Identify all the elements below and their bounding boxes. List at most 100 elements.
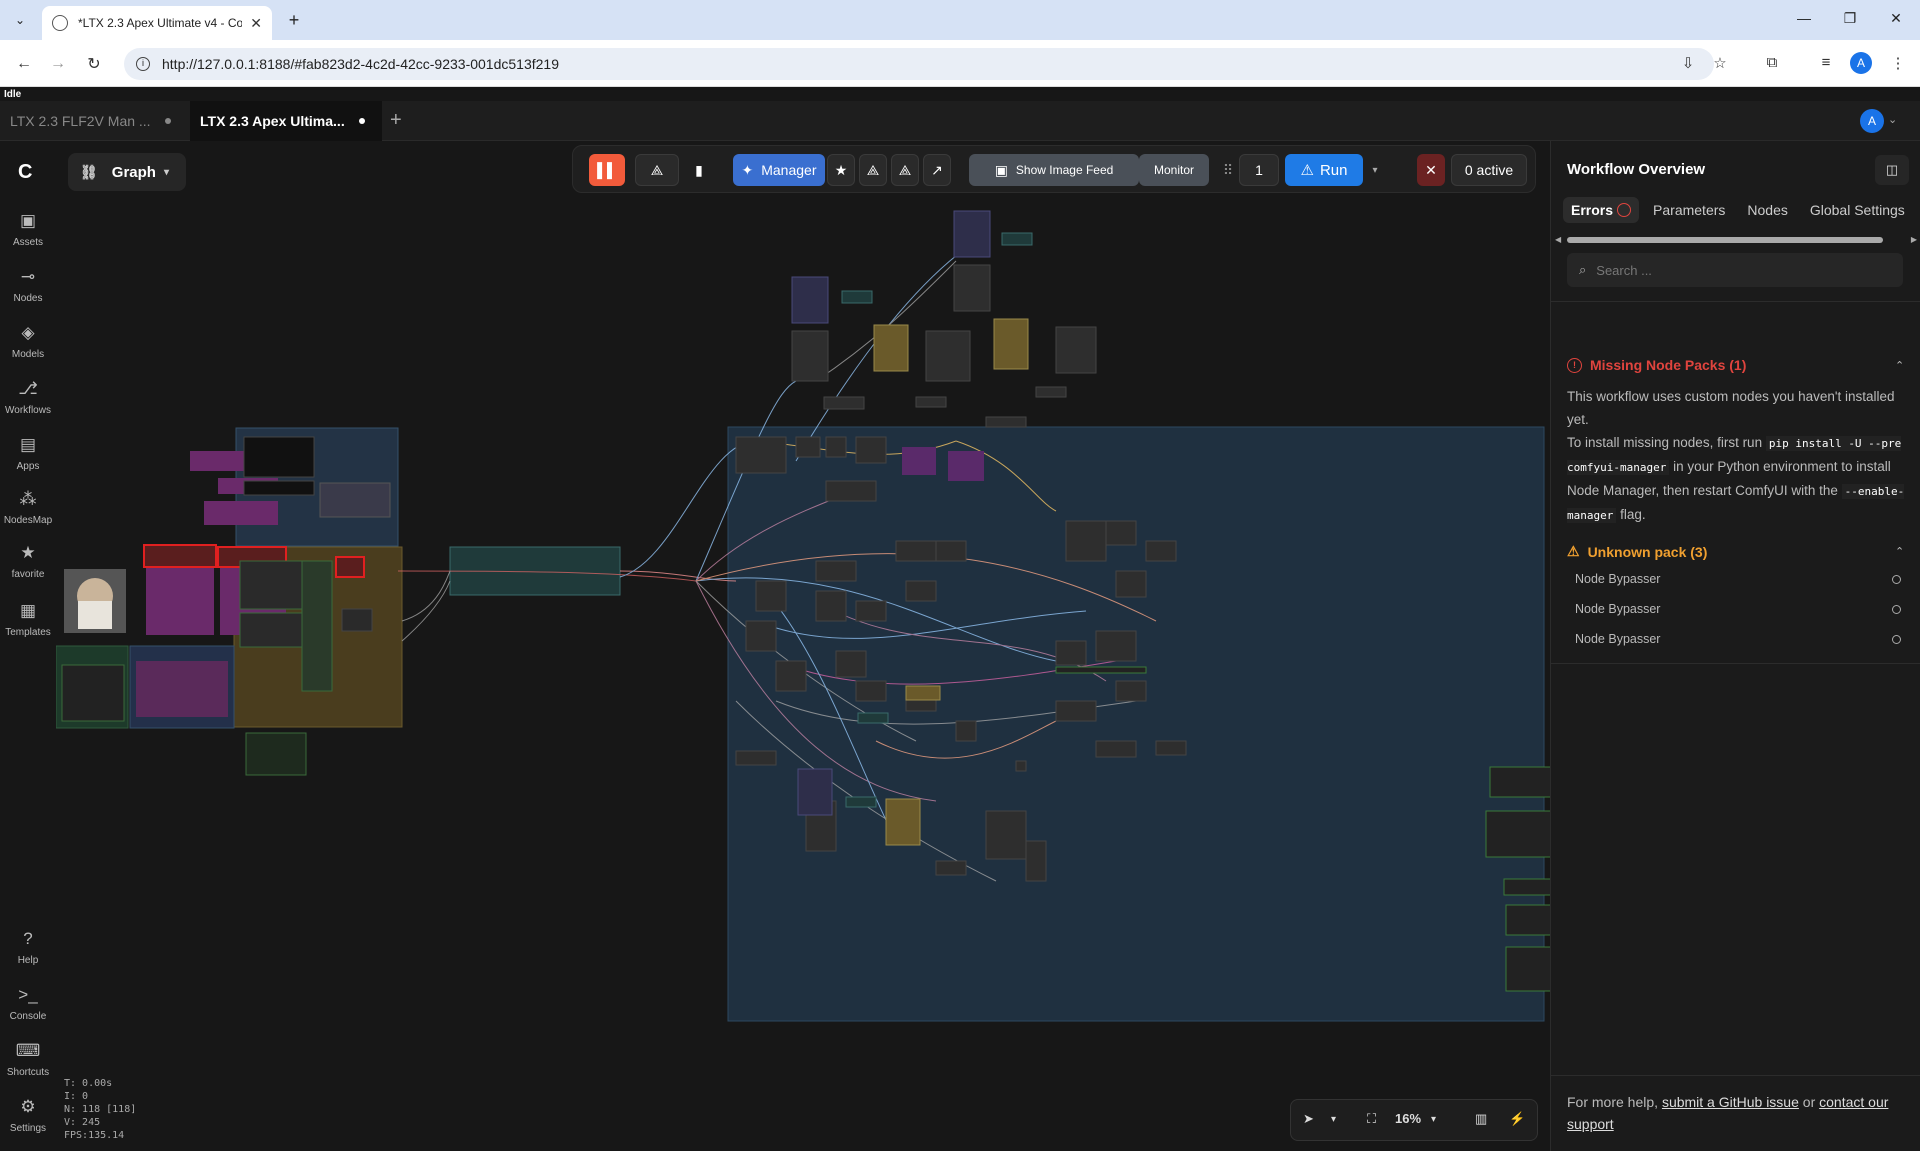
pyramid-icon[interactable]: ⟁ [635, 154, 679, 186]
sidebar-item-workflows[interactable]: ⎇ Workflows [0, 379, 56, 416]
graph-node[interactable] [146, 559, 214, 635]
graph-canvas[interactable] [56, 141, 1550, 1151]
zoom-level[interactable]: 16% [1395, 1111, 1421, 1126]
graph-node[interactable] [243, 480, 315, 496]
media-icon[interactable]: ≡ [1816, 54, 1836, 71]
user-menu-chevron-icon[interactable]: ⌄ [1888, 113, 1897, 126]
sidebar-item-console[interactable]: >_ Console [0, 985, 56, 1022]
close-tab-icon[interactable]: ✕ [250, 15, 262, 32]
model-icon[interactable]: ⟁ [859, 154, 887, 186]
browser-profile-avatar[interactable]: A [1850, 52, 1872, 74]
github-issue-link[interactable]: submit a GitHub issue [1662, 1094, 1799, 1110]
node-group[interactable] [727, 426, 1545, 1022]
tab-parameters[interactable]: Parameters [1645, 197, 1733, 223]
graph-node[interactable] [204, 501, 278, 525]
locate-icon[interactable] [1892, 575, 1901, 584]
graph-node[interactable] [341, 608, 373, 632]
minimize-icon[interactable]: — [1794, 10, 1814, 26]
drag-handle-icon[interactable]: ⠿ [1221, 154, 1235, 186]
sidebar-item-assets[interactable]: ▣ Assets [0, 211, 56, 248]
tabs-scrollbar[interactable]: ◀ ▶ [1555, 235, 1917, 245]
url-field[interactable]: i http://127.0.0.1:8188/#fab823d2-4c2d-4… [124, 48, 1714, 80]
link-visibility-icon[interactable]: ⚡ [1509, 1111, 1525, 1127]
sidebar-item-help[interactable]: ? Help [0, 929, 56, 966]
search-input[interactable]: ⌕ Search ... [1567, 253, 1903, 287]
list-item[interactable]: Node Bypasser [1575, 632, 1901, 646]
comfyui-app: Idle LTX 2.3 FLF2V Man ... LTX 2.3 Apex … [0, 87, 1920, 1151]
image-feed-button[interactable]: ▣ Show Image Feed [969, 154, 1139, 186]
bookmark-star-icon[interactable]: ☆ [1710, 54, 1730, 72]
model-icon[interactable]: ⟁ [891, 154, 919, 186]
manager-button[interactable]: ✦ Manager [733, 154, 825, 186]
graph-node[interactable] [243, 436, 315, 478]
graph-node[interactable] [301, 560, 333, 692]
select-mode-icon[interactable]: ➤ [1303, 1111, 1314, 1127]
star-icon[interactable]: ★ [827, 154, 855, 186]
restore-icon[interactable]: ❐ [1840, 10, 1860, 27]
comfy-logo-icon[interactable]: C [18, 161, 32, 184]
collapse-chevron-icon[interactable]: ⌃ [1895, 545, 1904, 558]
queue-sidebar-icon[interactable]: ▌▌ [589, 154, 625, 186]
site-info-icon[interactable]: i [136, 57, 150, 71]
missing-node-packs-header[interactable]: ! Missing Node Packs (1) [1567, 357, 1746, 373]
graph-node[interactable] [143, 544, 217, 568]
tab-errors[interactable]: Errors [1563, 197, 1640, 223]
collapse-chevron-icon[interactable]: ⌃ [1895, 359, 1904, 372]
locate-icon[interactable] [1892, 635, 1901, 644]
tab-global-settings[interactable]: Global Settings [1802, 197, 1913, 223]
graph-node[interactable] [245, 732, 307, 776]
graph-node[interactable] [239, 560, 305, 610]
graph-node[interactable] [335, 556, 365, 578]
graph-node[interactable] [61, 664, 125, 722]
run-button[interactable]: ⚠ Run [1285, 154, 1363, 186]
scrollbar-thumb[interactable] [1567, 237, 1883, 243]
sidebar-item-models[interactable]: ◈ Models [0, 323, 56, 360]
workflow-tab-2[interactable]: LTX 2.3 Apex Ultima... [190, 101, 382, 141]
forward-icon[interactable]: → [46, 52, 70, 76]
active-queue-button[interactable]: 0 active [1451, 154, 1527, 186]
bookmark-icon[interactable]: ▮ [683, 154, 715, 186]
run-options-chevron-icon[interactable]: ▾ [1365, 154, 1385, 186]
share-icon[interactable]: ↗ [923, 154, 951, 186]
locate-icon[interactable] [1892, 605, 1901, 614]
tab-nodes[interactable]: Nodes [1739, 197, 1795, 223]
queue-count-stepper[interactable]: 1 [1239, 154, 1279, 186]
sidebar-item-shortcuts[interactable]: ⌨ Shortcuts [0, 1041, 56, 1078]
cancel-icon[interactable]: ✕ [1417, 154, 1445, 186]
graph-mode-dropdown[interactable]: ⛓ Graph ▾ [68, 153, 186, 191]
workflow-tabs: LTX 2.3 FLF2V Man ... LTX 2.3 Apex Ultim… [0, 101, 1920, 141]
sidebar-item-settings[interactable]: ⚙ Settings [0, 1097, 56, 1134]
back-icon[interactable]: ← [12, 52, 36, 76]
minimap-icon[interactable]: ▥ [1475, 1111, 1487, 1127]
missing-title: Missing Node Packs (1) [1590, 357, 1747, 373]
chevron-down-icon[interactable]: ▾ [1331, 1114, 1336, 1125]
unknown-pack-header[interactable]: ⚠ Unknown pack (3) [1567, 543, 1707, 560]
tab-list-chevron-icon[interactable]: ⌄ [8, 8, 32, 32]
browser-tab[interactable]: *LTX 2.3 Apex Ultimate v4 - Co ✕ [42, 6, 272, 40]
graph-node[interactable] [319, 482, 391, 518]
reload-icon[interactable]: ↻ [82, 52, 106, 76]
graph-nodes-top[interactable] [791, 264, 1097, 428]
new-tab-button[interactable]: + [282, 8, 306, 32]
sidebar-item-templates[interactable]: ▦ Templates [0, 601, 56, 638]
workflow-tab-1[interactable]: LTX 2.3 FLF2V Man ... [0, 101, 190, 141]
sidebar-item-apps[interactable]: ▤ Apps [0, 435, 56, 472]
fit-view-icon[interactable]: ⛶ [1367, 1111, 1376, 1127]
chevron-down-icon[interactable]: ▾ [1431, 1114, 1436, 1125]
graph-node[interactable] [239, 612, 305, 648]
extensions-icon[interactable]: ⧉ [1762, 54, 1782, 71]
list-item[interactable]: Node Bypasser [1575, 602, 1901, 616]
add-workflow-tab-button[interactable]: + [390, 109, 402, 132]
panel-toggle-icon[interactable]: ◫ [1875, 155, 1909, 185]
user-avatar[interactable]: A [1860, 109, 1884, 133]
install-app-icon[interactable]: ⇩ [1678, 54, 1698, 72]
window-close-icon[interactable]: ✕ [1886, 10, 1906, 27]
sidebar-item-nodes[interactable]: ⊸ Nodes [0, 267, 56, 304]
graph-node[interactable] [136, 661, 228, 717]
instruction-text: flag. [1620, 507, 1646, 522]
sidebar-item-favorite[interactable]: ★ favorite [0, 543, 56, 580]
list-item[interactable]: Node Bypasser [1575, 572, 1901, 586]
browser-menu-icon[interactable]: ⋮ [1888, 54, 1908, 72]
monitor-button[interactable]: Monitor [1139, 154, 1209, 186]
sidebar-item-nodesmap[interactable]: ⁂ NodesMap [0, 489, 56, 526]
